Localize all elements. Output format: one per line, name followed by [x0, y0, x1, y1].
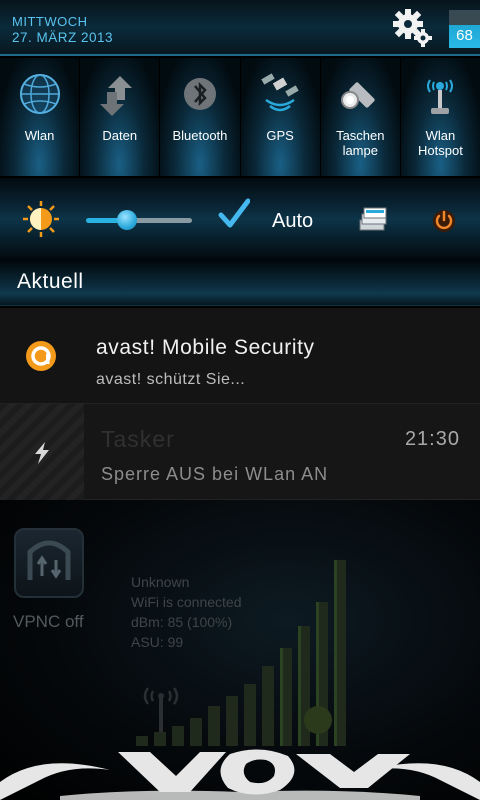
status-header: MITTWOCH 27. MÄRZ 2013 68	[0, 0, 480, 56]
toggle-label: Daten	[102, 128, 138, 143]
toggle-label-line1: Wlan	[425, 128, 456, 143]
toggle-bluetooth[interactable]: Bluetooth	[160, 58, 241, 176]
power-icon[interactable]	[432, 208, 456, 232]
hotspot-icon	[412, 66, 468, 122]
antenna-icon	[143, 687, 179, 732]
battery-level: 68	[456, 27, 473, 44]
toggle-label: GPS	[266, 128, 294, 143]
notification-text: avast! schützt Sie...	[96, 371, 246, 388]
brightness-slider-track[interactable]	[86, 218, 192, 223]
satellite-icon	[252, 66, 308, 122]
notification-tasker[interactable]: Tasker 21:30 Sperre AUS bei WLan AN	[0, 404, 480, 500]
notification-title: avast! Mobile Security	[96, 336, 315, 359]
toggle-label: Taschen lampe	[336, 128, 384, 158]
tasker-bolt-icon	[35, 442, 49, 464]
date-label: 27. MÄRZ 2013	[12, 30, 114, 45]
notification-text: Sperre AUS bei WLan AN	[101, 464, 329, 484]
quick-toggles: Wlan Daten Bluetooth GPS Taschen lampe W…	[0, 58, 480, 176]
toggle-taschenlampe[interactable]: Taschen lampe	[320, 58, 401, 176]
brightness-slider-thumb[interactable]	[117, 210, 137, 230]
vpnc-label: VPNC off	[13, 612, 84, 631]
notification-avast[interactable]: avast! Mobile Security avast! schützt Si…	[0, 308, 480, 404]
toggle-label-line2: lampe	[342, 143, 378, 158]
flashlight-icon	[332, 66, 388, 122]
battery-indicator: 68	[449, 10, 480, 48]
settings-gear-icon[interactable]	[392, 8, 434, 48]
toggle-label: Bluetooth	[172, 128, 228, 143]
toggle-label: Wlan	[24, 128, 55, 143]
auto-brightness-label: Auto	[272, 210, 314, 232]
avast-icon	[26, 341, 56, 371]
weekday-label: MITTWOCH	[12, 14, 88, 29]
toggle-label-line2: Hotspot	[418, 143, 463, 158]
notification-time: 21:30	[404, 428, 460, 450]
toggle-wlan-hotspot[interactable]: Wlan Hotspot	[400, 58, 480, 176]
toggle-daten[interactable]: Daten	[80, 58, 161, 176]
auto-brightness-check-icon[interactable]	[218, 198, 250, 230]
notification-title: Tasker	[101, 426, 175, 452]
app-stack-icon[interactable]	[358, 206, 388, 232]
data-arrows-icon	[92, 66, 148, 122]
mod-tribal-logo	[0, 749, 480, 800]
toggle-gps[interactable]: GPS	[240, 58, 321, 176]
toggle-wlan[interactable]: Wlan	[0, 58, 81, 176]
brightness-sun-icon	[23, 201, 59, 237]
toggle-label-line1: Taschen	[336, 128, 385, 143]
bluetooth-icon	[172, 66, 228, 122]
notification-icon-box	[0, 404, 84, 500]
globe-icon	[12, 66, 68, 122]
notifications-header-title: Aktuell	[17, 270, 84, 293]
toggle-label: Wlan Hotspot	[418, 128, 463, 158]
notifications-header: Aktuell	[0, 260, 480, 306]
vpnc-widget-icon	[14, 528, 84, 598]
